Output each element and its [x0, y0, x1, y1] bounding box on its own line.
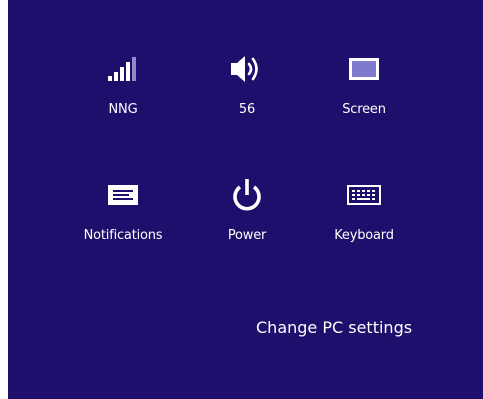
keyboard-tile[interactable]: Keyboard [309, 174, 419, 254]
wifi-signal-icon [106, 48, 140, 90]
power-tile[interactable]: Power [192, 174, 302, 254]
network-label: NNG [108, 102, 138, 117]
notifications-icon [106, 174, 140, 216]
network-tile[interactable]: NNG [68, 48, 178, 128]
screen-label: Screen [342, 102, 386, 117]
keyboard-icon [346, 174, 382, 216]
change-pc-settings-link[interactable]: Change PC settings [256, 318, 412, 337]
settings-charm-panel: NNG 56 Screen Notifications Power Keyboa… [8, 0, 483, 399]
power-icon [230, 174, 264, 216]
keyboard-label: Keyboard [334, 228, 394, 243]
screen-tile[interactable]: Screen [309, 48, 419, 128]
notifications-tile[interactable]: Notifications [68, 174, 178, 254]
volume-tile[interactable]: 56 [192, 48, 302, 128]
volume-icon [230, 48, 264, 90]
volume-label: 56 [238, 102, 256, 117]
screen-icon [347, 48, 381, 90]
notifications-label: Notifications [83, 228, 163, 243]
power-label: Power [227, 228, 267, 243]
